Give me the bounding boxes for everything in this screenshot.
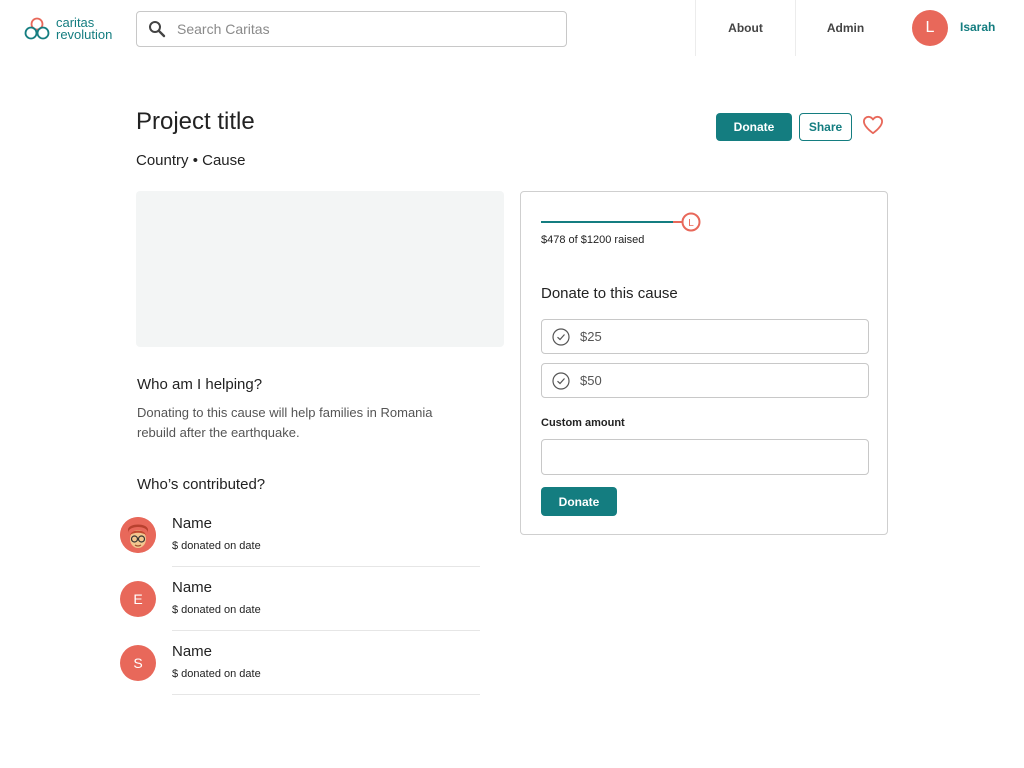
donate-submit-button[interactable]: Donate — [541, 487, 617, 516]
top-bar: caritas revolution About Admin L Isarah — [0, 0, 1024, 56]
divider — [172, 630, 480, 631]
donate-heading: Donate to this cause — [541, 285, 678, 302]
page-subtitle: Country • Cause — [136, 152, 246, 169]
contributor-name: Name — [172, 579, 213, 596]
contributor-avatar: S — [120, 645, 156, 681]
divider — [172, 694, 480, 695]
contributor-name: Name — [172, 515, 213, 532]
amount-value: $50 — [580, 373, 602, 388]
contributor-avatar — [120, 517, 156, 553]
helping-description: Donating to this cause will help familie… — [137, 405, 433, 440]
custom-amount-input[interactable] — [541, 439, 869, 475]
nav-admin-link[interactable]: Admin — [795, 0, 895, 56]
check-circle-icon — [542, 371, 580, 390]
progress-marker-initial: L — [688, 218, 694, 229]
user-name[interactable]: Isarah — [960, 20, 995, 34]
project-image-placeholder — [136, 191, 504, 347]
search-icon[interactable] — [137, 20, 177, 38]
heart-icon[interactable] — [862, 115, 884, 140]
amount-option-50[interactable]: $50 — [541, 363, 869, 398]
contributor-item: Name $ donated on date — [120, 515, 480, 581]
contributor-item: S Name $ donated on date — [120, 643, 480, 709]
cartoon-avatar-icon — [120, 517, 156, 553]
contributor-donation: $ donated on date — [172, 668, 261, 680]
progress-bar: L — [541, 212, 701, 232]
progress-marker: L — [681, 212, 701, 232]
page-title: Project title — [136, 108, 255, 135]
raised-amount-text: $478 of $1200 raised — [541, 234, 645, 246]
logo-text: caritas revolution — [56, 16, 113, 42]
nav-about-link[interactable]: About — [695, 0, 795, 56]
contributor-name: Name — [172, 643, 213, 660]
helping-heading: Who am I helping? — [137, 376, 263, 393]
divider — [172, 566, 480, 567]
search-box — [136, 11, 567, 47]
contributor-avatar: E — [120, 581, 156, 617]
amount-option-25[interactable]: $25 — [541, 319, 869, 354]
share-button[interactable]: Share — [799, 113, 852, 141]
contributor-donation: $ donated on date — [172, 540, 261, 552]
custom-amount-label: Custom amount — [541, 417, 625, 429]
donate-button[interactable]: Donate — [716, 113, 792, 141]
logo-line-2: revolution — [56, 27, 113, 42]
contributor-donation: $ donated on date — [172, 604, 261, 616]
search-input[interactable] — [177, 21, 537, 37]
contributors-heading: Who’s contributed? — [137, 476, 266, 493]
amount-value: $25 — [580, 329, 602, 344]
contributor-item: E Name $ donated on date — [120, 579, 480, 645]
check-circle-icon — [542, 327, 580, 346]
caritas-logo-icon — [24, 17, 50, 40]
user-avatar[interactable]: L — [912, 10, 948, 46]
donation-card: L $478 of $1200 raised Donate to this ca… — [520, 191, 888, 535]
logo[interactable]: caritas revolution — [24, 16, 112, 42]
